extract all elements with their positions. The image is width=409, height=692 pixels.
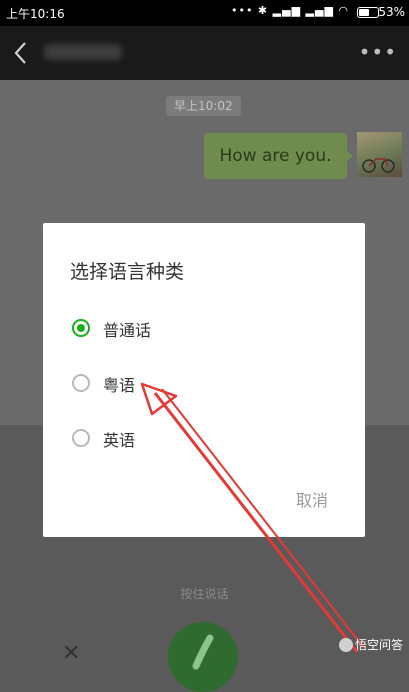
- signal-icons: ••• ✱ ▂▄▆ ▂▄▆ ◠: [230, 4, 349, 17]
- option-label: 粤语: [103, 376, 136, 395]
- avatar[interactable]: [357, 132, 402, 177]
- watermark: 悟空问答: [338, 636, 403, 653]
- radio-unchecked-icon[interactable]: [72, 374, 90, 392]
- more-dots-icon[interactable]: •••: [359, 40, 397, 64]
- radio-checked-icon[interactable]: [72, 319, 90, 337]
- chevron-left-icon[interactable]: [10, 38, 32, 68]
- status-bar: 上午10:16 ••• ✱ ▂▄▆ ▂▄▆ ◠ 53%: [0, 0, 409, 26]
- status-time: 上午10:16: [6, 7, 65, 21]
- message-timestamp: 早上10:02: [166, 96, 241, 116]
- watermark-text: 悟空问答: [354, 638, 403, 652]
- wukong-logo-icon: [338, 637, 353, 652]
- option-english[interactable]: 英语: [72, 424, 342, 454]
- language-select-dialog: 选择语言种类 普通话 粤语 英语 取消: [43, 223, 365, 537]
- option-label: 普通话: [103, 321, 152, 340]
- battery-icon: [357, 7, 379, 18]
- contact-name-blurred: [44, 44, 122, 60]
- microphone-icon: [192, 634, 214, 670]
- cancel-button[interactable]: 取消: [296, 487, 328, 511]
- mic-button[interactable]: [168, 622, 238, 692]
- chat-header: •••: [0, 26, 409, 80]
- option-mandarin[interactable]: 普通话: [72, 314, 342, 344]
- hold-to-talk-label: 按住说话: [180, 587, 229, 601]
- dialog-title: 选择语言种类: [70, 261, 185, 283]
- radio-unchecked-icon[interactable]: [72, 429, 90, 447]
- option-label: 英语: [103, 431, 136, 450]
- message-bubble[interactable]: How are you.: [204, 133, 353, 179]
- close-icon[interactable]: ✕: [62, 643, 80, 665]
- battery-percent: 53%: [378, 5, 405, 19]
- option-cantonese[interactable]: 粤语: [72, 369, 342, 399]
